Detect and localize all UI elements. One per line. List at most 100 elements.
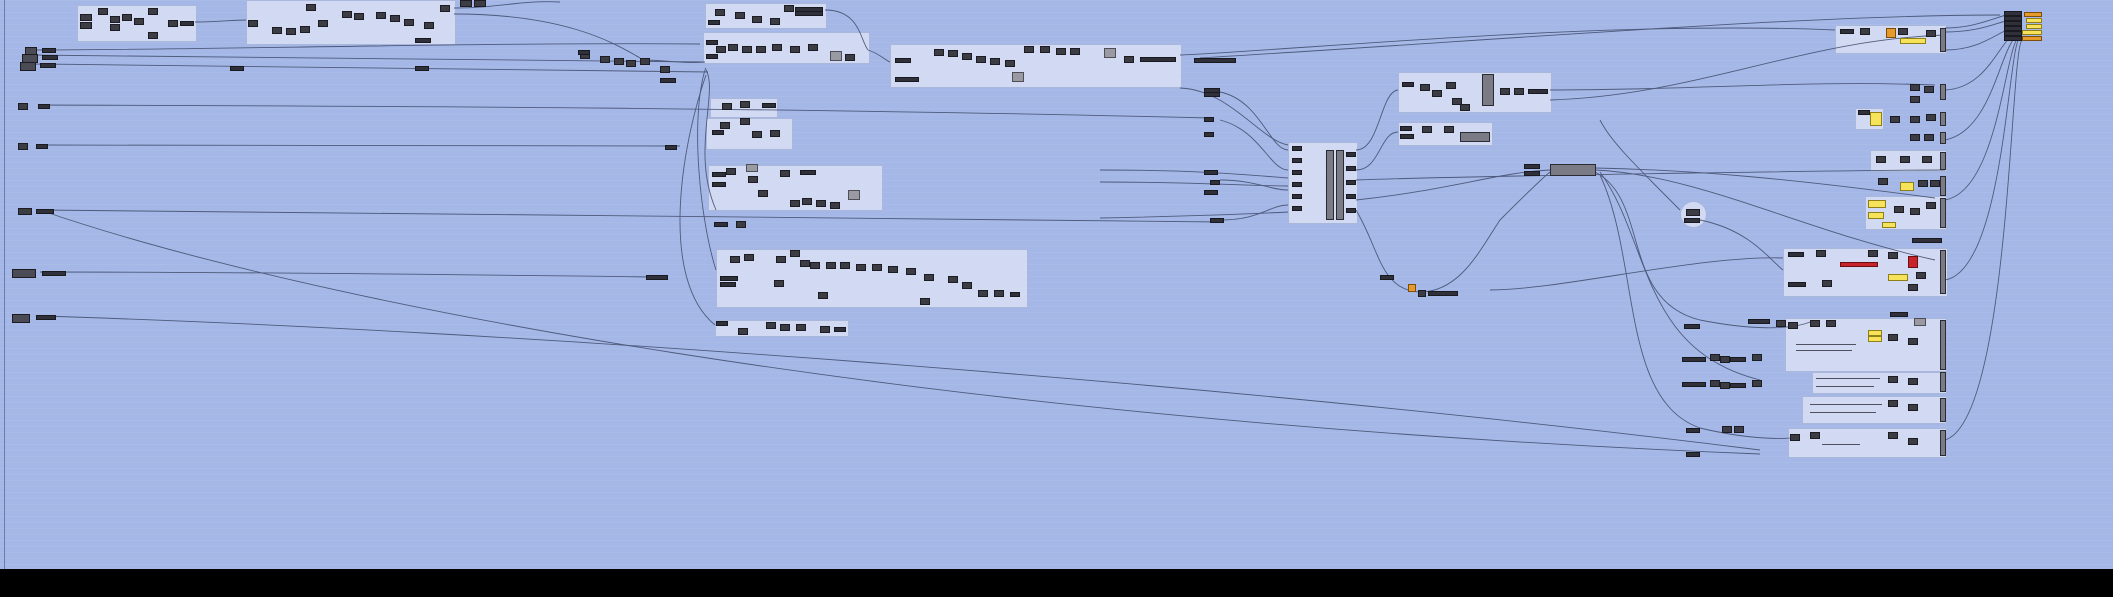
component[interactable] <box>1432 90 1442 97</box>
component[interactable] <box>766 322 776 329</box>
param-node-3[interactable] <box>20 62 36 71</box>
component[interactable] <box>660 66 670 73</box>
group-mid-large-b[interactable] <box>716 249 1028 308</box>
red-panel[interactable] <box>1908 256 1918 268</box>
component[interactable] <box>1720 356 1730 363</box>
component[interactable] <box>746 164 758 172</box>
output-component[interactable] <box>1940 398 1946 422</box>
component[interactable] <box>715 9 725 16</box>
component[interactable] <box>148 8 158 15</box>
large-component[interactable] <box>1460 132 1490 142</box>
component[interactable] <box>752 16 762 23</box>
component[interactable] <box>1788 322 1798 329</box>
component[interactable] <box>306 4 316 11</box>
large-component[interactable] <box>1550 164 1596 176</box>
component[interactable] <box>626 60 636 67</box>
component[interactable] <box>1918 180 1928 187</box>
component[interactable] <box>740 101 750 108</box>
component[interactable] <box>810 262 820 269</box>
component[interactable] <box>924 274 934 281</box>
group-far-right-low-c[interactable] <box>1802 396 1947 424</box>
component[interactable] <box>1916 272 1926 279</box>
component[interactable] <box>1810 432 1820 439</box>
component[interactable] <box>1826 320 1836 327</box>
component[interactable] <box>354 13 364 20</box>
component[interactable] <box>934 49 944 56</box>
component[interactable] <box>948 276 958 283</box>
component[interactable] <box>1924 86 1934 93</box>
component[interactable] <box>80 22 92 29</box>
component[interactable] <box>1776 320 1786 327</box>
component[interactable] <box>738 328 748 335</box>
component[interactable] <box>748 176 758 183</box>
component[interactable] <box>818 292 828 299</box>
component[interactable] <box>474 0 486 7</box>
final-output-swatch[interactable] <box>2026 24 2042 29</box>
final-output-swatch[interactable] <box>2022 36 2042 41</box>
output-component[interactable] <box>1940 176 1946 196</box>
component[interactable] <box>962 53 972 60</box>
output-component[interactable] <box>1940 28 1946 52</box>
large-component[interactable] <box>1482 74 1494 106</box>
param-node-4[interactable] <box>18 103 28 110</box>
component[interactable] <box>816 200 826 207</box>
component[interactable] <box>1005 60 1015 67</box>
component[interactable] <box>796 324 806 331</box>
yellow-panel[interactable] <box>1868 336 1882 342</box>
component[interactable] <box>1446 82 1456 89</box>
component[interactable] <box>1926 202 1936 209</box>
output-component[interactable] <box>1940 372 1946 392</box>
component[interactable] <box>1816 250 1826 257</box>
component[interactable] <box>168 20 178 27</box>
final-output-swatch[interactable] <box>2024 12 2042 17</box>
component[interactable] <box>614 58 624 65</box>
component[interactable] <box>728 44 738 51</box>
component[interactable] <box>1056 48 1066 55</box>
yellow-panel[interactable] <box>1900 38 1926 44</box>
component[interactable] <box>770 18 780 25</box>
component[interactable] <box>1752 354 1762 361</box>
component[interactable] <box>1914 318 1926 326</box>
component[interactable] <box>774 280 784 287</box>
component[interactable] <box>830 51 842 61</box>
component[interactable] <box>460 0 472 7</box>
yellow-panel[interactable] <box>1900 182 1914 191</box>
component[interactable] <box>1500 88 1510 95</box>
component[interactable] <box>722 103 732 110</box>
output-component[interactable] <box>1940 250 1946 294</box>
param-node-8[interactable] <box>12 314 30 323</box>
component[interactable] <box>1888 376 1898 383</box>
component[interactable] <box>1926 30 1936 37</box>
component[interactable] <box>1890 116 1900 123</box>
component[interactable] <box>1888 432 1898 439</box>
component[interactable] <box>740 118 750 125</box>
hub-merge-component[interactable] <box>1326 150 1334 220</box>
component[interactable] <box>994 290 1004 297</box>
component[interactable] <box>716 46 726 53</box>
component[interactable] <box>1910 116 1920 123</box>
component[interactable] <box>856 264 866 271</box>
component[interactable] <box>1024 46 1034 53</box>
component[interactable] <box>820 326 830 333</box>
component[interactable] <box>802 198 812 205</box>
hub-merge-component-b[interactable] <box>1336 150 1344 220</box>
component[interactable] <box>1070 48 1080 55</box>
component[interactable] <box>770 130 780 137</box>
component[interactable] <box>1422 126 1432 133</box>
component[interactable] <box>756 46 766 53</box>
yellow-panel[interactable] <box>1870 112 1882 126</box>
param-node-6[interactable] <box>18 208 32 215</box>
component[interactable] <box>1418 290 1426 297</box>
component[interactable] <box>1040 46 1050 53</box>
component[interactable] <box>790 200 800 207</box>
component[interactable] <box>80 14 92 21</box>
yellow-panel[interactable] <box>1868 200 1886 208</box>
component[interactable] <box>872 264 882 271</box>
component[interactable] <box>780 324 790 331</box>
component[interactable] <box>1910 208 1920 215</box>
component[interactable] <box>1908 378 1918 385</box>
component[interactable] <box>948 50 958 57</box>
yellow-panel[interactable] <box>1888 274 1908 281</box>
component[interactable] <box>1810 320 1820 327</box>
component[interactable] <box>1900 156 1910 163</box>
